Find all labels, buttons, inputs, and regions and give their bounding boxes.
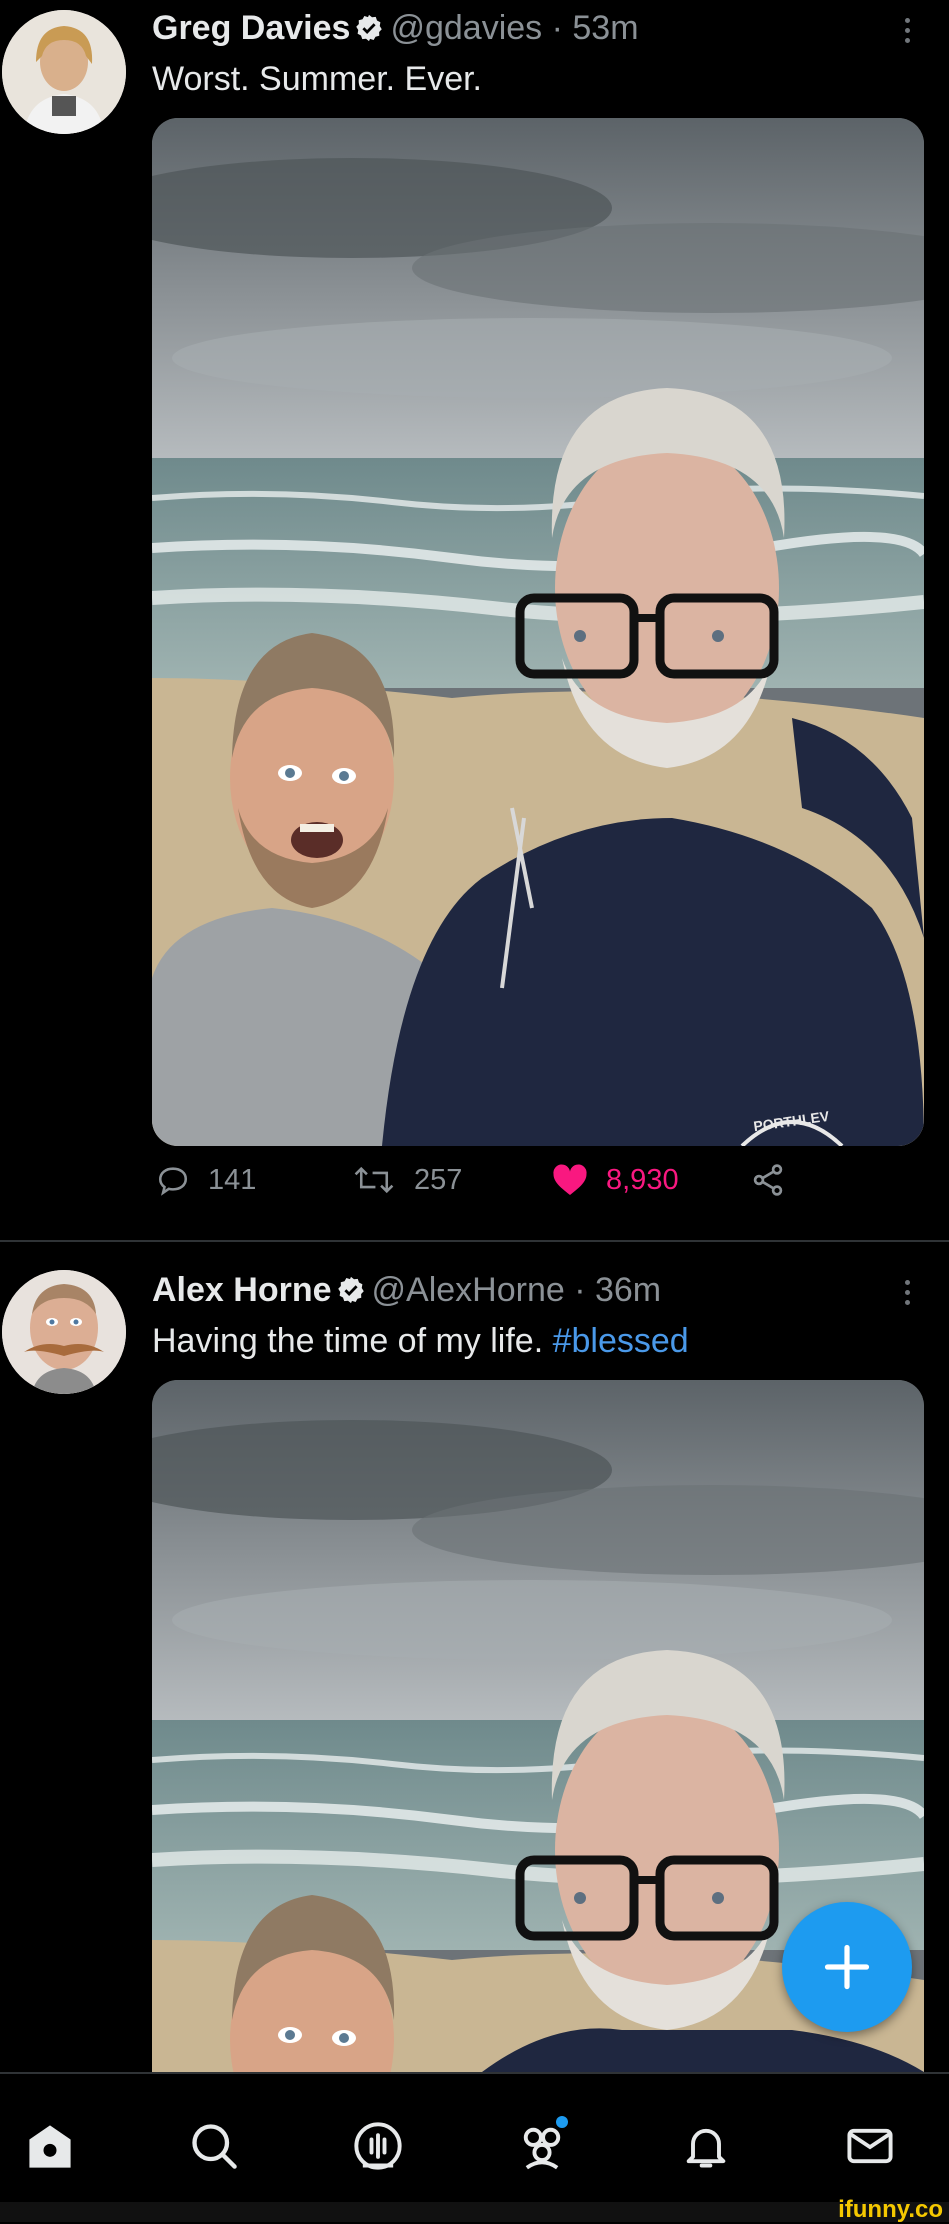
tweet-greg[interactable]: Greg Davies @gdavies · 53m Worst. Summer.… [0, 0, 949, 1240]
hashtag-link[interactable]: #blessed [553, 1322, 689, 1360]
more-options-icon[interactable] [905, 1280, 913, 1310]
beach-selfie-image: PORTHLEV [152, 118, 924, 1146]
footer-bar [0, 2202, 949, 2222]
tweet-text: Having the time of my life. [152, 1322, 544, 1360]
share-icon [753, 1164, 783, 1196]
nav-communities[interactable] [514, 2116, 570, 2174]
tweet-text: Worst. Summer. Ever. [152, 60, 483, 98]
search-icon [192, 2124, 237, 2169]
tweet-divider [0, 1240, 949, 1242]
reply-icon [158, 1167, 188, 1196]
nav-search[interactable] [186, 2118, 242, 2174]
nav-spaces[interactable] [350, 2118, 406, 2174]
retweet-button[interactable]: 257 [352, 1154, 462, 1206]
retweet-count: 257 [414, 1163, 463, 1196]
reply-count: 141 [208, 1163, 257, 1196]
author-handle[interactable]: @gdavies [390, 9, 542, 47]
avatar-alex-image [2, 1270, 126, 1394]
author-handle[interactable]: @AlexHorne [372, 1271, 565, 1309]
verified-badge-icon [354, 12, 384, 52]
like-button[interactable]: 8,930 [552, 1154, 679, 1206]
tweet-actions: 141 257 8,930 [152, 1154, 932, 1206]
nav-home[interactable] [22, 2118, 78, 2174]
tweet-time: · 36m [574, 1271, 662, 1309]
avatar-alex[interactable] [2, 1270, 126, 1394]
author-name[interactable]: Greg Davies [152, 9, 350, 47]
heart-icon [553, 1164, 587, 1195]
messages-icon [847, 2128, 893, 2164]
tweet-time: · 53m [551, 9, 639, 47]
home-icon [29, 2125, 71, 2168]
bottom-navigation [0, 2072, 949, 2204]
reply-button[interactable]: 141 [156, 1154, 256, 1206]
notification-dot [556, 2116, 568, 2128]
author-name[interactable]: Alex Horne [152, 1271, 332, 1309]
notifications-icon [686, 2128, 726, 2168]
avatar-greg[interactable] [2, 10, 126, 134]
like-count: 8,930 [606, 1163, 679, 1196]
nav-messages[interactable] [842, 2118, 898, 2174]
plus-icon [824, 1944, 870, 1990]
watermark: ifunny.co [838, 2196, 943, 2223]
spaces-icon [354, 2122, 402, 2170]
more-options-icon[interactable] [905, 18, 913, 48]
verified-badge-icon [336, 1274, 366, 1314]
compose-tweet-button[interactable] [782, 1902, 912, 2032]
tweet-photo[interactable]: PORTHLEV [152, 118, 924, 1146]
retweet-icon [354, 1166, 394, 1194]
tweet-text-container: Having the time of my life. #blessed [152, 1320, 689, 1362]
nav-notifications[interactable] [678, 2118, 734, 2174]
share-button[interactable] [750, 1154, 804, 1206]
avatar-greg-image [2, 10, 126, 134]
